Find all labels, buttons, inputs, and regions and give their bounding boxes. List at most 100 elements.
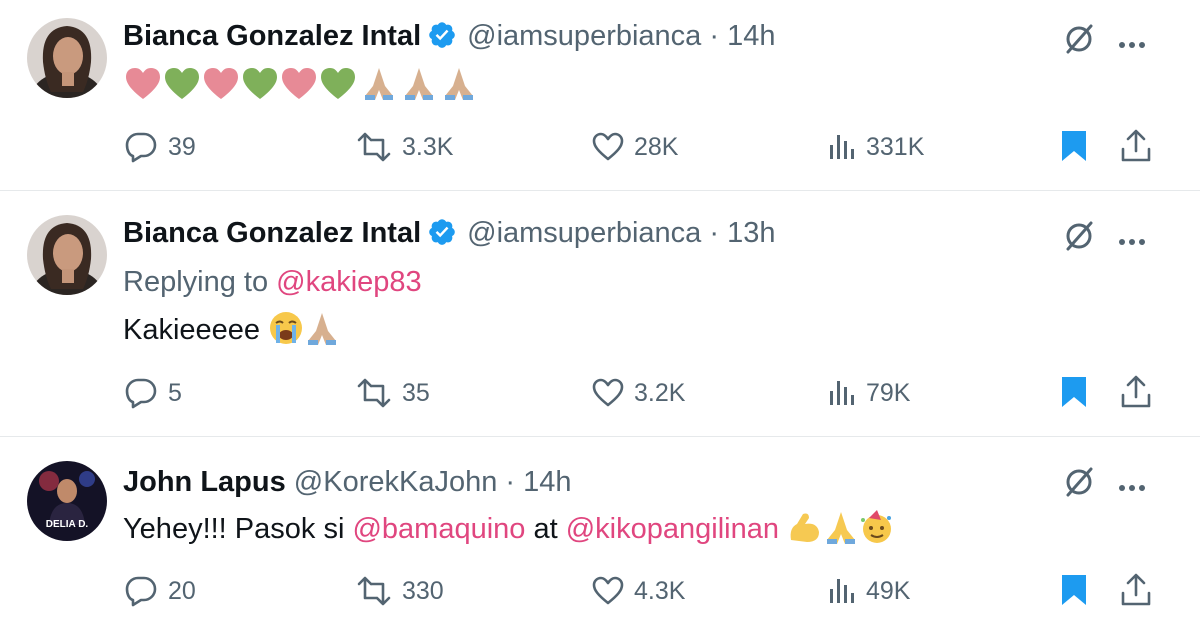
tweet-header: John Lapus @KorekKaJohn · 14h: [123, 466, 572, 499]
pink-heart-icon: [204, 68, 238, 99]
views-button[interactable]: 49K: [828, 573, 910, 609]
separator: ·: [709, 20, 720, 52]
avatar-photo: [27, 215, 107, 295]
bookmark-icon[interactable]: [1060, 375, 1088, 414]
views-icon: [830, 381, 854, 405]
mention-link[interactable]: @kikopangilinan: [566, 513, 779, 545]
more-options-icon[interactable]: [1118, 233, 1146, 251]
reply-count: 20: [168, 576, 196, 605]
more-options-icon[interactable]: [1118, 36, 1146, 54]
more-options-icon[interactable]: [1118, 479, 1146, 497]
repost-icon: [357, 576, 391, 606]
share-icon[interactable]: [1120, 129, 1152, 168]
green-heart-icon: [165, 68, 199, 99]
share-icon[interactable]: [1120, 375, 1152, 414]
repost-count: 35: [402, 378, 430, 407]
verified-badge-icon: [427, 20, 457, 50]
replying-to: Replying to @kakiep83: [123, 266, 422, 299]
heart-icon: [592, 576, 624, 605]
reply-button[interactable]: 39: [124, 129, 196, 165]
replying-to-label: Replying to: [123, 266, 269, 298]
mention-link[interactable]: @bamaquino: [352, 513, 525, 545]
folded-hands-icon: [405, 68, 433, 100]
tweet[interactable]: Bianca Gonzalez Intal @iamsuperbianca · 1…: [0, 191, 1200, 437]
tweet[interactable]: DELIA D. John Lapus @KorekKaJohn · 14h Y…: [0, 437, 1200, 626]
action-bar: 20 330 4.3K 49K: [0, 573, 1200, 609]
tweet-header: Bianca Gonzalez Intal @iamsuperbianca · 1…: [123, 217, 776, 250]
view-count: 331K: [866, 132, 925, 161]
loudly-crying-face-icon: [268, 311, 304, 353]
separator: ·: [505, 466, 516, 498]
pink-heart-icon: [282, 68, 316, 99]
avatar[interactable]: [27, 18, 107, 98]
partying-face-icon: [859, 510, 895, 552]
tweet-text-content: Yehey!!! Pasok si: [123, 513, 345, 545]
like-count: 4.3K: [634, 576, 686, 605]
like-count: 28K: [634, 132, 679, 161]
views-icon: [830, 135, 854, 159]
reply-count: 5: [168, 378, 182, 407]
like-button[interactable]: 3.2K: [592, 375, 685, 411]
handle[interactable]: @iamsuperbianca: [467, 217, 701, 249]
repost-button[interactable]: 330: [356, 573, 444, 609]
repost-icon: [357, 132, 391, 162]
repost-button[interactable]: 35: [356, 375, 430, 411]
repost-button[interactable]: 3.3K: [356, 129, 453, 165]
timestamp[interactable]: 13h: [727, 217, 775, 249]
avatar[interactable]: [27, 215, 107, 295]
tweet-text-content: at: [533, 513, 558, 545]
flexed-biceps-icon: [787, 510, 823, 552]
handle[interactable]: @KorekKaJohn: [294, 466, 498, 498]
views-button[interactable]: 79K: [828, 375, 910, 411]
timestamp[interactable]: 14h: [727, 20, 775, 52]
reply-button[interactable]: 5: [124, 375, 182, 411]
verified-badge-icon: [427, 217, 457, 247]
avatar-photo: DELIA D.: [27, 461, 107, 541]
repost-count: 330: [402, 576, 444, 605]
grok-icon[interactable]: [1062, 219, 1096, 258]
tweet-text-content: Kakieeeee: [123, 314, 261, 346]
reply-icon: [125, 378, 157, 409]
separator: ·: [709, 217, 720, 249]
avatar-text: DELIA D.: [46, 519, 89, 530]
folded-hands-icon: [365, 68, 393, 100]
reply-icon: [125, 132, 157, 163]
bookmark-icon[interactable]: [1060, 129, 1088, 168]
tweet-text: Kakieeeee: [123, 311, 340, 353]
avatar-photo: [27, 18, 107, 98]
reply-button[interactable]: 20: [124, 573, 196, 609]
heart-icon: [592, 378, 624, 407]
folded-hands-icon: [823, 510, 859, 552]
display-name[interactable]: Bianca Gonzalez Intal: [123, 217, 421, 249]
folded-hands-icon: [445, 68, 473, 100]
display-name[interactable]: Bianca Gonzalez Intal: [123, 20, 421, 52]
tweet-text: [123, 64, 485, 104]
display-name[interactable]: John Lapus: [123, 466, 286, 498]
heart-icon: [592, 132, 624, 161]
green-heart-icon: [243, 68, 277, 99]
action-bar: 5 35 3.2K 79K: [0, 375, 1200, 411]
avatar[interactable]: DELIA D.: [27, 461, 107, 541]
share-icon[interactable]: [1120, 573, 1152, 612]
tweet-text: Yehey!!! Pasok si @bamaquino at @kikopan…: [123, 510, 895, 552]
like-count: 3.2K: [634, 378, 686, 407]
handle[interactable]: @iamsuperbianca: [467, 20, 701, 52]
bookmark-icon[interactable]: [1060, 573, 1088, 612]
views-icon: [830, 579, 854, 603]
tweet-header: Bianca Gonzalez Intal @iamsuperbianca · 1…: [123, 20, 776, 53]
grok-icon[interactable]: [1062, 465, 1096, 504]
views-button[interactable]: 331K: [828, 129, 924, 165]
mention-link[interactable]: @kakiep83: [276, 266, 422, 298]
emoji-row: [126, 68, 473, 100]
grok-icon[interactable]: [1062, 22, 1096, 61]
reply-count: 39: [168, 132, 196, 161]
repost-count: 3.3K: [402, 132, 454, 161]
action-bar: 39 3.3K 28K 331K: [0, 129, 1200, 165]
repost-icon: [357, 378, 391, 408]
tweet[interactable]: Bianca Gonzalez Intal @iamsuperbianca · 1…: [0, 0, 1200, 191]
like-button[interactable]: 4.3K: [592, 573, 685, 609]
timestamp[interactable]: 14h: [523, 466, 571, 498]
view-count: 79K: [866, 378, 911, 407]
like-button[interactable]: 28K: [592, 129, 678, 165]
folded-hands-icon: [304, 311, 340, 353]
